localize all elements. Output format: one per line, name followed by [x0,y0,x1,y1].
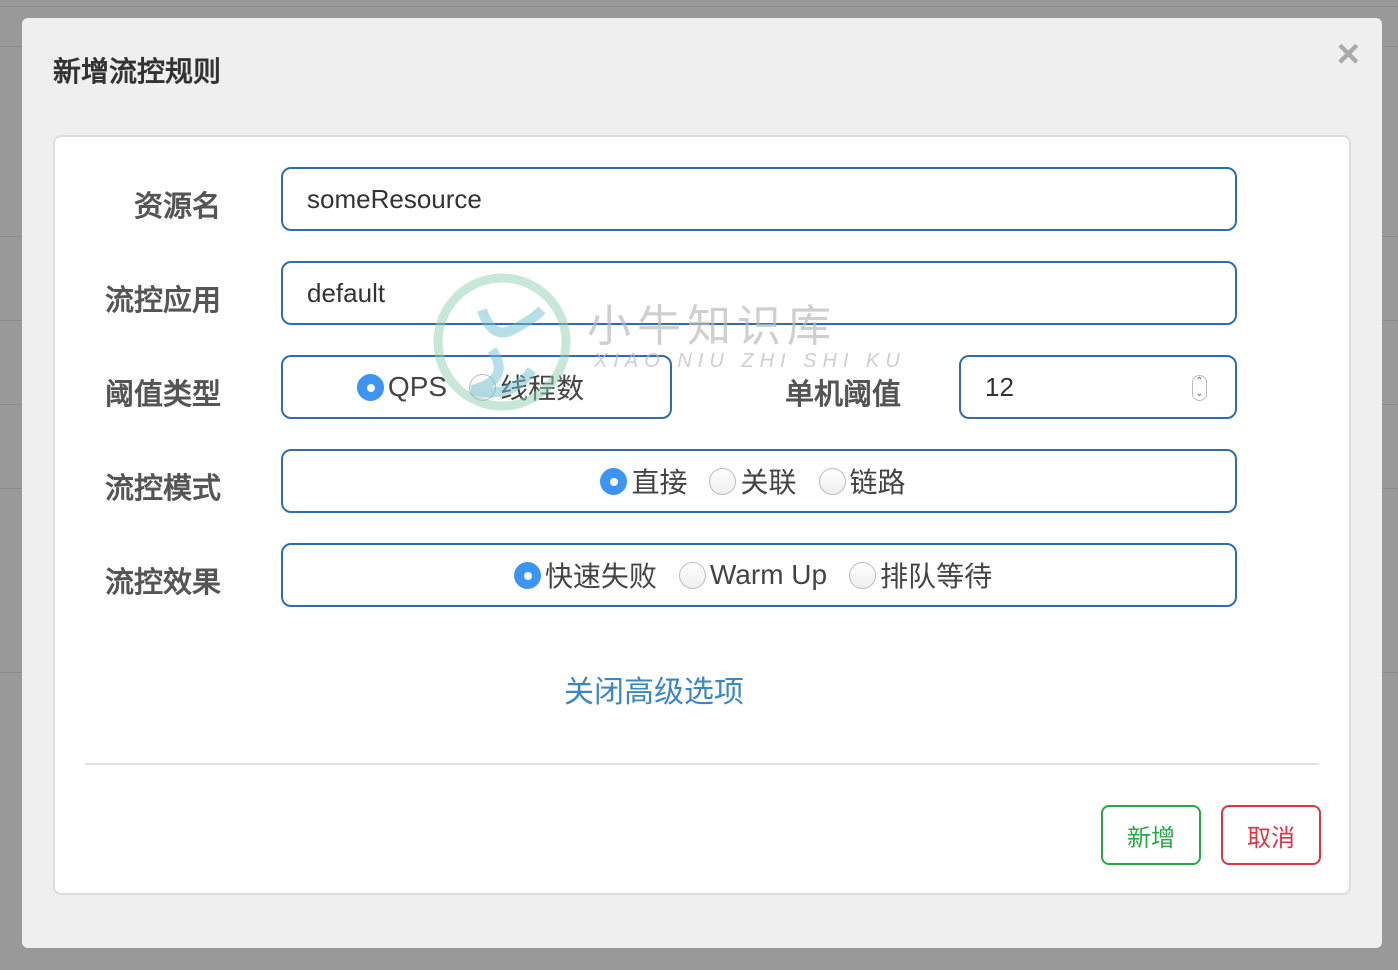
strategy-option-direct[interactable]: 直接 [600,461,687,501]
behavior-option-warm-up[interactable]: Warm Up [678,559,828,591]
radio-unchecked[interactable] [678,561,706,589]
strategy-label: 流控模式 [104,473,221,505]
radio-unchecked[interactable] [818,467,846,495]
radio-checked[interactable] [600,467,628,495]
cancel-button[interactable]: 取消 [1221,805,1321,865]
form-card: 资源名 someResource 流控应用 default 阈值类型 QPS 线… [53,135,1351,895]
add-flow-rule-dialog: 新增流控规则 × 资源名 someResource 流控应用 default 阈… [22,18,1382,948]
radio-checked[interactable] [356,373,384,401]
count-input[interactable]: 12 ⌃ ⌄ [959,355,1237,419]
option-label: 关联 [740,467,797,498]
radio-checked[interactable] [513,561,541,589]
behavior-label: 流控效果 [104,567,221,599]
toggle-advanced-link[interactable]: 关闭高级选项 [55,667,1353,711]
behavior-option-queue[interactable]: 排队等待 [849,555,992,595]
count-label: 单机阈值 [784,379,901,411]
strategy-option-chain[interactable]: 链路 [818,461,906,501]
option-label: QPS [387,371,448,402]
grade-label: 阈值类型 [104,379,221,411]
radio-unchecked[interactable] [469,373,497,401]
resource-value: someResource [307,183,482,214]
divider [85,763,1319,765]
option-label: 线程数 [500,373,585,404]
option-label: Warm Up [709,559,828,590]
add-button[interactable]: 新增 [1101,805,1201,865]
option-label: 排队等待 [880,561,993,592]
option-label: 链路 [849,467,906,498]
resource-label: 资源名 [133,191,221,223]
option-label: 直接 [631,467,688,498]
app-input[interactable]: default [281,261,1237,325]
behavior-option-fast-fail[interactable]: 快速失败 [513,555,657,595]
radio-unchecked[interactable] [849,561,877,589]
count-value: 12 [985,371,1014,402]
strategy-radio-group: 直接 关联 链路 [281,449,1237,513]
option-label: 快速失败 [544,561,657,592]
dialog-title: 新增流控规则 [53,56,222,87]
spinner-icon[interactable]: ⌃ ⌄ [1192,375,1207,401]
behavior-radio-group: 快速失败 Warm Up 排队等待 [281,543,1237,607]
advanced-link-text: 关闭高级选项 [564,676,744,709]
app-label: 流控应用 [104,285,221,317]
close-icon[interactable]: × [1337,32,1360,77]
strategy-option-relate[interactable]: 关联 [709,461,797,501]
app-value: default [307,277,386,308]
resource-input[interactable]: someResource [281,167,1237,231]
grade-option-qps[interactable]: QPS [356,371,448,403]
grade-radio-group: QPS 线程数 [281,355,672,419]
radio-unchecked[interactable] [709,467,737,495]
grade-option-thread[interactable]: 线程数 [469,367,584,407]
